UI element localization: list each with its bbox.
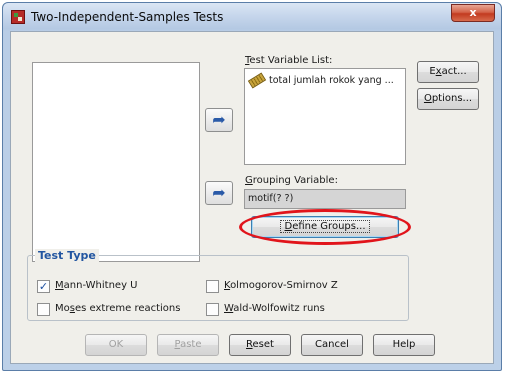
dialog-window: Two-Independent-Samples Tests x ➦ ➦ Test… xyxy=(2,2,502,371)
help-button[interactable]: Help xyxy=(373,334,435,356)
wald-wolfowitz-checkbox[interactable] xyxy=(206,303,219,316)
highlight-annotation-ellipse xyxy=(239,209,411,245)
window-title: Two-Independent-Samples Tests xyxy=(31,10,224,24)
grouping-variable-label: Grouping Variable: xyxy=(245,175,338,186)
test-type-title: Test Type xyxy=(35,249,99,262)
list-item[interactable]: total jumlah rokok yang ... xyxy=(247,71,394,89)
moses-checkbox[interactable] xyxy=(37,303,50,316)
test-variable-list[interactable]: total jumlah rokok yang ... xyxy=(244,68,406,165)
mann-whitney-checkbox[interactable]: ✓ xyxy=(37,280,50,293)
close-icon: x xyxy=(469,6,477,19)
move-to-grouping-button[interactable]: ➦ xyxy=(205,181,233,205)
title-bar[interactable]: Two-Independent-Samples Tests x xyxy=(3,3,501,31)
scale-ruler-icon xyxy=(247,71,267,89)
cancel-button[interactable]: Cancel xyxy=(301,334,363,356)
test-variable-list-label: Test Variable List: xyxy=(245,55,333,66)
mann-whitney-label: Mann-Whitney U xyxy=(55,280,138,291)
exact-button[interactable]: Exact... xyxy=(417,61,479,83)
move-right-arrow-icon: ➦ xyxy=(212,183,226,202)
grouping-variable-field[interactable]: motif(? ?) xyxy=(244,189,406,209)
source-variable-list[interactable] xyxy=(32,62,200,262)
ok-button[interactable]: OK xyxy=(85,334,147,356)
list-item-label: total jumlah rokok yang ... xyxy=(269,74,394,86)
moses-label: Moses extreme reactions xyxy=(55,303,181,314)
paste-button[interactable]: Paste xyxy=(157,334,219,356)
move-to-test-list-button[interactable]: ➦ xyxy=(205,108,233,132)
kolmogorov-smirnov-checkbox[interactable] xyxy=(206,280,219,293)
wald-wolfowitz-label: Wald-Wolfowitz runs xyxy=(224,303,325,314)
close-button[interactable]: x xyxy=(451,4,495,22)
dialog-client-area: ➦ ➦ Test Variable List: total jumlah rok… xyxy=(10,31,494,364)
options-button[interactable]: Options... xyxy=(417,88,479,110)
reset-button[interactable]: Reset xyxy=(229,334,291,356)
app-icon xyxy=(11,10,25,24)
checkmark-icon: ✓ xyxy=(38,280,49,293)
move-right-arrow-icon: ➦ xyxy=(212,110,226,129)
kolmogorov-smirnov-label: Kolmogorov-Smirnov Z xyxy=(224,280,338,291)
